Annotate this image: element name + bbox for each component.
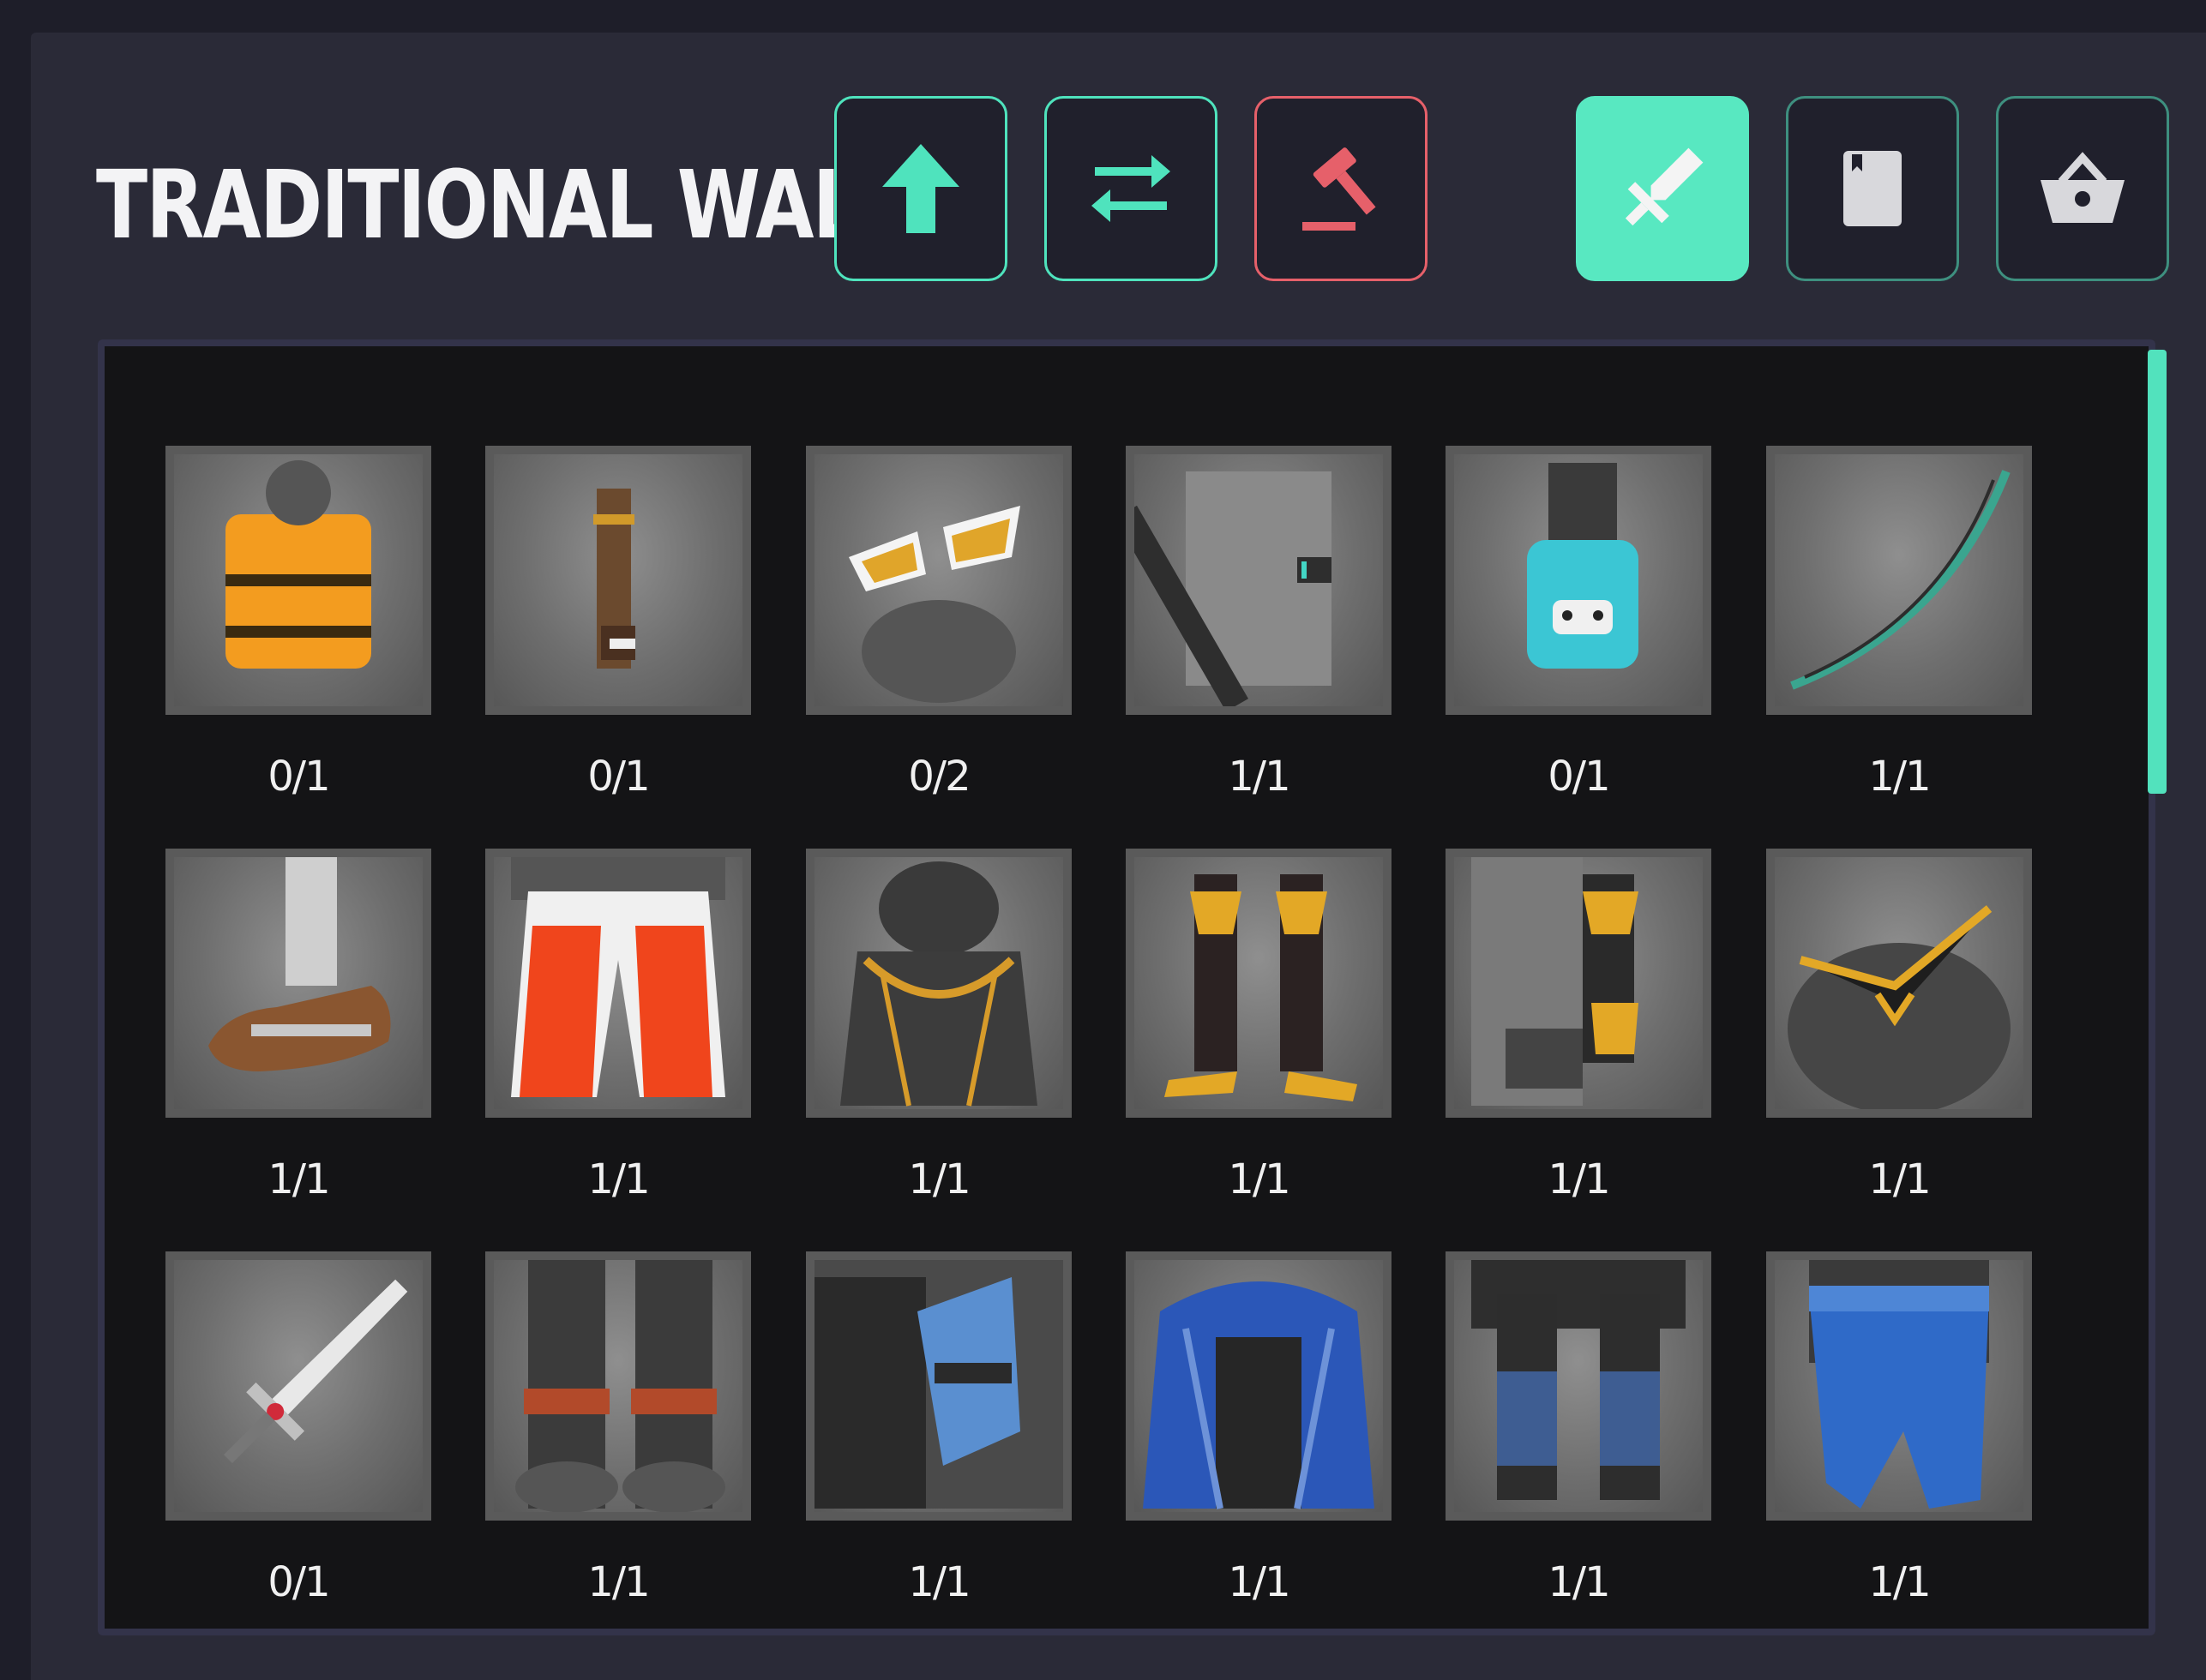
life-vest-icon [225, 460, 371, 669]
basket-icon [2041, 152, 2125, 223]
item-thumbnail [485, 849, 751, 1118]
item-thumbnail [165, 849, 431, 1118]
item-count: 1/1 [587, 1155, 650, 1203]
inventory-item[interactable]: 0/1 [485, 446, 751, 831]
item-thumbnail [1446, 1251, 1711, 1521]
item-thumbnail [1446, 446, 1711, 715]
item-thumbnail [1126, 849, 1392, 1118]
sword-icon [224, 1279, 408, 1463]
inventory-item[interactable]: 1/1 [485, 849, 751, 1234]
item-count: 1/1 [908, 1155, 971, 1203]
page-title: TRADITIONAL WALLET [96, 151, 1007, 261]
glove-icon [1527, 463, 1638, 669]
blue-leg-wraps-icon [1471, 1260, 1686, 1500]
inventory-item[interactable]: 1/1 [485, 1251, 751, 1637]
swap-arrows-icon [1091, 155, 1170, 222]
item-thumbnail [485, 446, 751, 715]
item-count: 1/1 [908, 1558, 971, 1606]
inventory-item[interactable]: 0/1 [165, 1251, 431, 1637]
arrow-up-icon [882, 144, 959, 233]
item-count: 1/1 [587, 1558, 650, 1606]
upload-button[interactable] [834, 96, 1007, 281]
tab-items[interactable] [1576, 96, 1749, 281]
item-count: 1/1 [1868, 753, 1931, 801]
inventory-item[interactable]: 1/1 [1126, 446, 1392, 831]
item-count: 0/1 [267, 1558, 330, 1606]
tab-shop[interactable] [1996, 96, 2169, 281]
gauntlet-icon [1471, 857, 1638, 1106]
inventory-item[interactable]: 1/1 [806, 1251, 1072, 1637]
item-thumbnail [485, 1251, 751, 1521]
chest-strap-icon [1134, 471, 1331, 706]
inventory-item[interactable]: 1/1 [1126, 849, 1392, 1234]
item-count: 0/1 [587, 753, 650, 801]
inventory-item[interactable]: 1/1 [165, 849, 431, 1234]
item-count: 1/1 [1228, 753, 1290, 801]
inventory-item[interactable]: 1/1 [806, 849, 1072, 1234]
item-count: 1/1 [1548, 1155, 1610, 1203]
tiara-icon [1788, 905, 2011, 1109]
heeled-boots-icon [1164, 874, 1357, 1101]
inventory-item[interactable]: 1/1 [1446, 1251, 1711, 1637]
inventory-item[interactable]: 1/1 [1766, 1251, 2032, 1637]
item-thumbnail [1126, 446, 1392, 715]
item-thumbnail [806, 446, 1072, 715]
item-thumbnail [165, 446, 431, 715]
transfer-button[interactable] [1044, 96, 1217, 281]
item-count: 1/1 [1228, 1155, 1290, 1203]
inventory-item[interactable]: 1/1 [1766, 446, 2032, 831]
item-count: 0/2 [908, 753, 971, 801]
blue-arm-guard-icon [814, 1260, 1063, 1509]
item-thumbnail [1126, 1251, 1392, 1521]
armor-top-icon [840, 861, 1037, 1107]
sword-icon [1625, 147, 1704, 226]
item-count: 1/1 [1548, 1558, 1610, 1606]
loafer-icon [208, 857, 391, 1071]
bow-icon [1790, 470, 2011, 690]
inventory-item[interactable]: 1/1 [1446, 849, 1711, 1234]
tab-cards[interactable] [1786, 96, 1959, 281]
item-thumbnail [806, 1251, 1072, 1521]
scrollbar-thumb[interactable] [2148, 350, 2167, 794]
gavel-icon [1302, 147, 1376, 231]
inventory-item[interactable]: 1/1 [1766, 849, 2032, 1234]
card-icon [1843, 151, 1902, 226]
item-count: 1/1 [1228, 1558, 1290, 1606]
arm-wrap-icon [593, 489, 635, 669]
item-count: 1/1 [267, 1155, 330, 1203]
inventory-item[interactable]: 0/1 [165, 446, 431, 831]
fur-boots-icon [515, 1260, 725, 1512]
item-thumbnail [1446, 849, 1711, 1118]
item-count: 1/1 [1868, 1558, 1931, 1606]
item-thumbnail [806, 849, 1072, 1118]
auction-button[interactable] [1254, 96, 1428, 281]
blue-cloak-icon [1143, 1281, 1374, 1509]
item-count: 0/1 [267, 753, 330, 801]
blue-sash-icon [1809, 1260, 1989, 1509]
item-count: 0/1 [1548, 753, 1610, 801]
item-count: 1/1 [1868, 1155, 1931, 1203]
inventory-item[interactable]: 1/1 [1126, 1251, 1392, 1637]
goggles-icon [849, 506, 1020, 703]
inventory-item[interactable]: 0/2 [806, 446, 1072, 831]
inventory-item[interactable]: 0/1 [1446, 446, 1711, 831]
item-thumbnail [1766, 849, 2032, 1118]
item-thumbnail [165, 1251, 431, 1521]
shorts-icon [511, 857, 725, 1097]
item-thumbnail [1766, 446, 2032, 715]
item-thumbnail [1766, 1251, 2032, 1521]
